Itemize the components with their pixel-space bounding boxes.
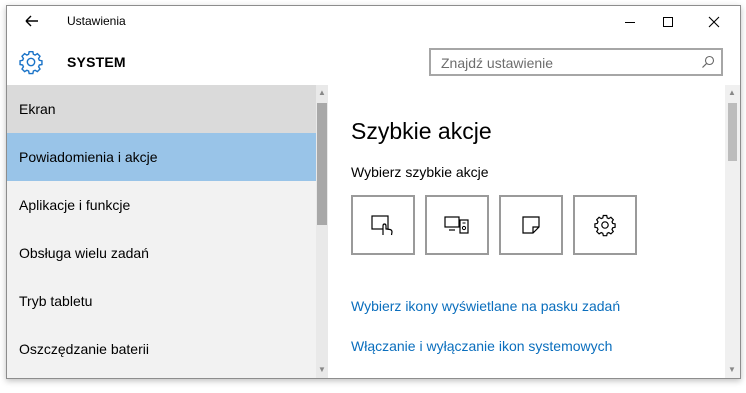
link-system-icons[interactable]: Włączanie i wyłączanie ikon systemowych xyxy=(351,338,612,354)
quick-action-tablet-mode[interactable] xyxy=(351,195,415,255)
sidebar-item-label: Obsługa wielu zadań xyxy=(19,245,149,261)
system-gear-icon xyxy=(18,49,44,75)
sidebar-item-label: Tryb tabletu xyxy=(19,293,93,309)
quick-action-settings[interactable] xyxy=(573,195,637,255)
quick-actions-subtitle: Wybierz szybkie akcje xyxy=(351,164,489,180)
note-icon xyxy=(522,216,540,234)
page-title: Szybkie akcje xyxy=(351,118,492,144)
maximize-button[interactable] xyxy=(646,6,690,37)
sidebar-item-powiadomienia[interactable]: Powiadomienia i akcje xyxy=(7,133,316,181)
project-icon xyxy=(444,216,469,234)
tablet-mode-icon xyxy=(371,215,393,236)
quick-action-note[interactable] xyxy=(499,195,563,255)
window-title: Ustawienia xyxy=(67,14,126,28)
sidebar-item-aplikacje[interactable]: Aplikacje i funkcje xyxy=(7,181,316,229)
search-icon[interactable] xyxy=(701,55,715,69)
section-title: SYSTEM xyxy=(67,54,126,70)
sidebar-item-label: Powiadomienia i akcje xyxy=(19,149,158,165)
close-button[interactable] xyxy=(692,6,736,37)
minimize-icon xyxy=(625,21,635,23)
link-taskbar-icons[interactable]: Wybierz ikony wyświetlane na pasku zadań xyxy=(351,298,620,314)
maximize-icon xyxy=(663,16,673,27)
sidebar-item-tryb-tabletu[interactable]: Tryb tabletu xyxy=(7,277,316,325)
search-input[interactable]: Znajdź ustawienie xyxy=(429,48,723,76)
back-arrow-icon xyxy=(25,15,38,27)
quick-action-project[interactable] xyxy=(425,195,489,255)
scroll-up-arrow-icon[interactable]: ▲ xyxy=(316,87,328,99)
sidebar-item-ekran[interactable]: Ekran xyxy=(7,85,316,133)
sidebar-item-label: Oszczędzanie baterii xyxy=(19,341,149,357)
title-bar: Ustawienia xyxy=(7,6,740,37)
sidebar-item-label: Ekran xyxy=(19,101,56,117)
content-scroll-down-arrow-icon[interactable]: ▼ xyxy=(726,364,738,376)
sidebar-item-label: Aplikacje i funkcje xyxy=(19,197,131,213)
settings-window: Ustawienia SYSTEM Znajdź ustawienie Ekra… xyxy=(6,5,741,379)
content-scroll-up-arrow-icon[interactable]: ▲ xyxy=(726,87,738,99)
close-icon xyxy=(708,16,720,27)
content-scroll-thumb[interactable] xyxy=(728,103,737,161)
sidebar-scroll-thumb[interactable] xyxy=(317,103,327,225)
settings-gear-icon xyxy=(594,214,616,237)
sidebar-item-oszczedzanie[interactable]: Oszczędzanie baterii xyxy=(7,325,316,373)
content-scrollbar[interactable]: ▲ ▼ xyxy=(725,85,740,378)
sidebar-nav: Ekran Powiadomienia i akcje Aplikacje i … xyxy=(7,85,316,378)
search-placeholder: Znajdź ustawienie xyxy=(441,55,554,71)
scroll-down-arrow-icon[interactable]: ▼ xyxy=(316,364,328,376)
back-button[interactable] xyxy=(19,10,43,32)
sidebar-item-wiele-zadan[interactable]: Obsługa wielu zadań xyxy=(7,229,316,277)
content-pane: Szybkie akcje Wybierz szybkie akcje Wybi… xyxy=(328,85,725,378)
settings-header: SYSTEM Znajdź ustawienie xyxy=(7,37,740,85)
sidebar-scrollbar[interactable]: ▲ ▼ xyxy=(316,85,328,378)
